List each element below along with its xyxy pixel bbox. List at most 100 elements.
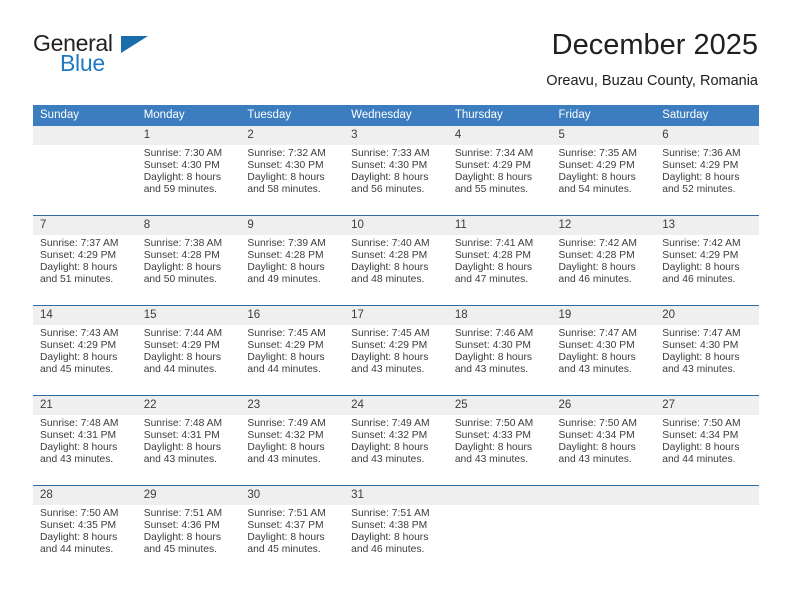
daylight-duration-line2: and 46 minutes. <box>558 273 632 285</box>
calendar-day-cell[interactable]: 28 Sunrise: 7:50 AM Sunset: 4:35 PM Dayligh… <box>33 485 137 575</box>
day-number: 1 <box>136 126 241 145</box>
day-details: Sunrise: 7:47 AM Sunset: 4:30 PM Daylight:… <box>552 325 656 376</box>
daylight-duration-line1: Daylight: 8 hours <box>40 261 118 273</box>
daylight-duration-line2: and 43 minutes. <box>454 363 529 375</box>
sunrise-time: Sunrise: 7:50 AM <box>558 418 637 429</box>
calendar-day-inner: 3 Sunrise: 7:33 AM Sunset: 4:30 PM Daylight… <box>344 126 448 215</box>
day-details: Sunrise: 7:32 AM Sunset: 4:30 PM Daylight:… <box>240 145 344 196</box>
day-details: Sunrise: 7:51 AM Sunset: 4:37 PM Daylight:… <box>240 505 344 556</box>
calendar-day-cell[interactable]: 18 Sunrise: 7:46 AM Sunset: 4:30 PM Dayligh… <box>447 305 552 396</box>
calendar-day-cell[interactable]: 13 Sunrise: 7:42 AM Sunset: 4:29 PM Dayligh… <box>655 215 759 306</box>
day-number: 5 <box>551 126 656 145</box>
daylight-duration-line2: and 46 minutes. <box>351 543 425 555</box>
sunset-time: Sunset: 4:30 PM <box>351 159 428 171</box>
calendar-day-cell[interactable]: 25 Sunrise: 7:50 AM Sunset: 4:33 PM Dayligh… <box>447 395 552 486</box>
calendar-day-cell[interactable]: 4 Sunrise: 7:34 AM Sunset: 4:29 PM Daylight… <box>447 126 552 216</box>
calendar-day-cell[interactable]: 6 Sunrise: 7:36 AM Sunset: 4:29 PM Daylight… <box>655 126 759 216</box>
day-number: 4 <box>447 126 552 145</box>
sunset-time: Sunset: 4:30 PM <box>143 159 220 171</box>
daylight-duration-line2: and 49 minutes. <box>247 273 321 285</box>
triangle-icon <box>121 36 148 53</box>
day-details: Sunrise: 7:44 AM Sunset: 4:29 PM Daylight:… <box>137 325 241 376</box>
daylight-duration-line1: Daylight: 8 hours <box>662 261 740 273</box>
sunrise-time: Sunrise: 7:48 AM <box>40 418 119 429</box>
calendar-day-inner: 21 Sunrise: 7:48 AM Sunset: 4:31 PM Dayligh… <box>33 396 137 485</box>
day-number <box>447 486 552 505</box>
sunset-time: Sunset: 4:30 PM <box>247 159 324 171</box>
calendar-day-cell[interactable]: 3 Sunrise: 7:33 AM Sunset: 4:30 PM Daylight… <box>344 126 448 216</box>
day-details: Sunrise: 7:38 AM Sunset: 4:28 PM Daylight:… <box>137 235 241 286</box>
calendar-day-inner: 9 Sunrise: 7:39 AM Sunset: 4:28 PM Daylight… <box>240 216 345 305</box>
day-number: 21 <box>33 396 137 415</box>
day-number: 28 <box>33 486 137 505</box>
calendar-day-cell[interactable]: 30 Sunrise: 7:51 AM Sunset: 4:37 PM Dayligh… <box>240 485 345 575</box>
sunset-time: Sunset: 4:28 PM <box>247 249 324 261</box>
calendar-day-inner: 18 Sunrise: 7:46 AM Sunset: 4:30 PM Dayligh… <box>447 306 552 395</box>
calendar-day-cell[interactable]: 26 Sunrise: 7:50 AM Sunset: 4:34 PM Dayligh… <box>551 395 656 486</box>
sunset-time: Sunset: 4:38 PM <box>351 519 428 531</box>
calendar-day-inner: 25 Sunrise: 7:50 AM Sunset: 4:33 PM Dayligh… <box>447 396 552 485</box>
day-details: Sunrise: 7:45 AM Sunset: 4:29 PM Daylight:… <box>240 325 344 376</box>
daylight-duration-line2: and 44 minutes. <box>662 453 736 465</box>
calendar-day-cell[interactable]: 29 Sunrise: 7:51 AM Sunset: 4:36 PM Dayligh… <box>136 485 241 575</box>
sunset-time: Sunset: 4:33 PM <box>454 429 531 441</box>
calendar-day-cell[interactable]: 5 Sunrise: 7:35 AM Sunset: 4:29 PM Daylight… <box>551 126 656 216</box>
weekday-header-saturday: Saturday <box>655 105 759 126</box>
daylight-duration-line1: Daylight: 8 hours <box>558 351 636 363</box>
daylight-duration-line1: Daylight: 8 hours <box>558 171 636 183</box>
calendar-week-row: 21 Sunrise: 7:48 AM Sunset: 4:31 PM Dayligh… <box>33 395 759 486</box>
calendar-day-cell[interactable]: 12 Sunrise: 7:42 AM Sunset: 4:28 PM Dayligh… <box>551 215 656 306</box>
daylight-duration-line2: and 43 minutes. <box>662 363 736 375</box>
calendar-day-cell[interactable]: 9 Sunrise: 7:39 AM Sunset: 4:28 PM Daylight… <box>240 215 345 306</box>
calendar-day-cell[interactable]: 31 Sunrise: 7:51 AM Sunset: 4:38 PM Dayligh… <box>344 485 448 575</box>
calendar-day-cell[interactable]: 20 Sunrise: 7:47 AM Sunset: 4:30 PM Dayligh… <box>655 305 759 396</box>
calendar-day-cell[interactable]: 8 Sunrise: 7:38 AM Sunset: 4:28 PM Daylight… <box>136 215 241 306</box>
calendar-day-cell[interactable]: 24 Sunrise: 7:49 AM Sunset: 4:32 PM Dayligh… <box>344 395 448 486</box>
calendar-day-cell[interactable]: 7 Sunrise: 7:37 AM Sunset: 4:29 PM Daylight… <box>33 215 137 306</box>
calendar-day-inner: 15 Sunrise: 7:44 AM Sunset: 4:29 PM Dayligh… <box>136 306 241 395</box>
calendar-day-cell[interactable]: 22 Sunrise: 7:48 AM Sunset: 4:31 PM Dayligh… <box>136 395 241 486</box>
daylight-duration-line2: and 43 minutes. <box>40 453 114 465</box>
day-number <box>33 126 137 145</box>
calendar-day-inner: 1 Sunrise: 7:30 AM Sunset: 4:30 PM Daylight… <box>136 126 241 215</box>
sunrise-time: Sunrise: 7:49 AM <box>351 418 430 429</box>
day-number: 30 <box>240 486 345 505</box>
logo-text-blue: Blue <box>60 50 105 76</box>
calendar-day-cell[interactable]: 17 Sunrise: 7:45 AM Sunset: 4:29 PM Dayligh… <box>344 305 448 396</box>
sunrise-time: Sunrise: 7:51 AM <box>247 508 326 519</box>
day-number: 22 <box>136 396 241 415</box>
sunrise-sunset-calendar: Sunday Monday Tuesday Wednesday Thursday… <box>33 105 759 575</box>
calendar-day-inner: 2 Sunrise: 7:32 AM Sunset: 4:30 PM Daylight… <box>240 126 345 215</box>
calendar-day-cell[interactable]: 23 Sunrise: 7:49 AM Sunset: 4:32 PM Dayligh… <box>240 395 345 486</box>
daylight-duration-line1: Daylight: 8 hours <box>143 261 221 273</box>
sunrise-time: Sunrise: 7:39 AM <box>247 238 326 249</box>
sunset-time: Sunset: 4:31 PM <box>143 429 220 441</box>
calendar-day-cell[interactable]: 1 Sunrise: 7:30 AM Sunset: 4:30 PM Daylight… <box>136 126 241 216</box>
calendar-header-row: Sunday Monday Tuesday Wednesday Thursday… <box>33 105 759 126</box>
day-number: 15 <box>136 306 241 325</box>
calendar-day-cell[interactable]: 19 Sunrise: 7:47 AM Sunset: 4:30 PM Dayligh… <box>551 305 656 396</box>
daylight-duration-line2: and 43 minutes. <box>143 453 217 465</box>
calendar-day-inner: 14 Sunrise: 7:43 AM Sunset: 4:29 PM Dayligh… <box>33 306 137 395</box>
calendar-day-inner <box>655 486 759 575</box>
sunset-time: Sunset: 4:37 PM <box>247 519 324 531</box>
calendar-day-cell[interactable]: 15 Sunrise: 7:44 AM Sunset: 4:29 PM Dayligh… <box>136 305 241 396</box>
sunset-time: Sunset: 4:32 PM <box>351 429 428 441</box>
daylight-duration-line2: and 43 minutes. <box>351 453 425 465</box>
calendar-day-cell[interactable]: 21 Sunrise: 7:48 AM Sunset: 4:31 PM Dayligh… <box>33 395 137 486</box>
calendar-day-cell[interactable]: 27 Sunrise: 7:50 AM Sunset: 4:34 PM Dayligh… <box>655 395 759 486</box>
calendar-day-cell[interactable]: 16 Sunrise: 7:45 AM Sunset: 4:29 PM Dayligh… <box>240 305 345 396</box>
calendar-day-cell[interactable]: 11 Sunrise: 7:41 AM Sunset: 4:28 PM Dayligh… <box>447 215 552 306</box>
sunrise-time: Sunrise: 7:47 AM <box>558 328 637 339</box>
daylight-duration-line2: and 52 minutes. <box>662 183 736 195</box>
sunrise-time: Sunrise: 7:35 AM <box>558 148 637 159</box>
calendar-day-cell[interactable]: 2 Sunrise: 7:32 AM Sunset: 4:30 PM Daylight… <box>240 126 345 216</box>
calendar-day-cell[interactable]: 14 Sunrise: 7:43 AM Sunset: 4:29 PM Dayligh… <box>33 305 137 396</box>
weekday-header-sunday: Sunday <box>33 105 137 126</box>
calendar-day-cell[interactable]: 10 Sunrise: 7:40 AM Sunset: 4:28 PM Dayligh… <box>344 215 448 306</box>
sunset-time: Sunset: 4:32 PM <box>247 429 324 441</box>
day-details: Sunrise: 7:51 AM Sunset: 4:38 PM Daylight:… <box>344 505 448 556</box>
calendar-day-inner: 17 Sunrise: 7:45 AM Sunset: 4:29 PM Dayligh… <box>344 306 448 395</box>
day-number: 10 <box>344 216 448 235</box>
sunrise-time: Sunrise: 7:46 AM <box>454 328 534 339</box>
